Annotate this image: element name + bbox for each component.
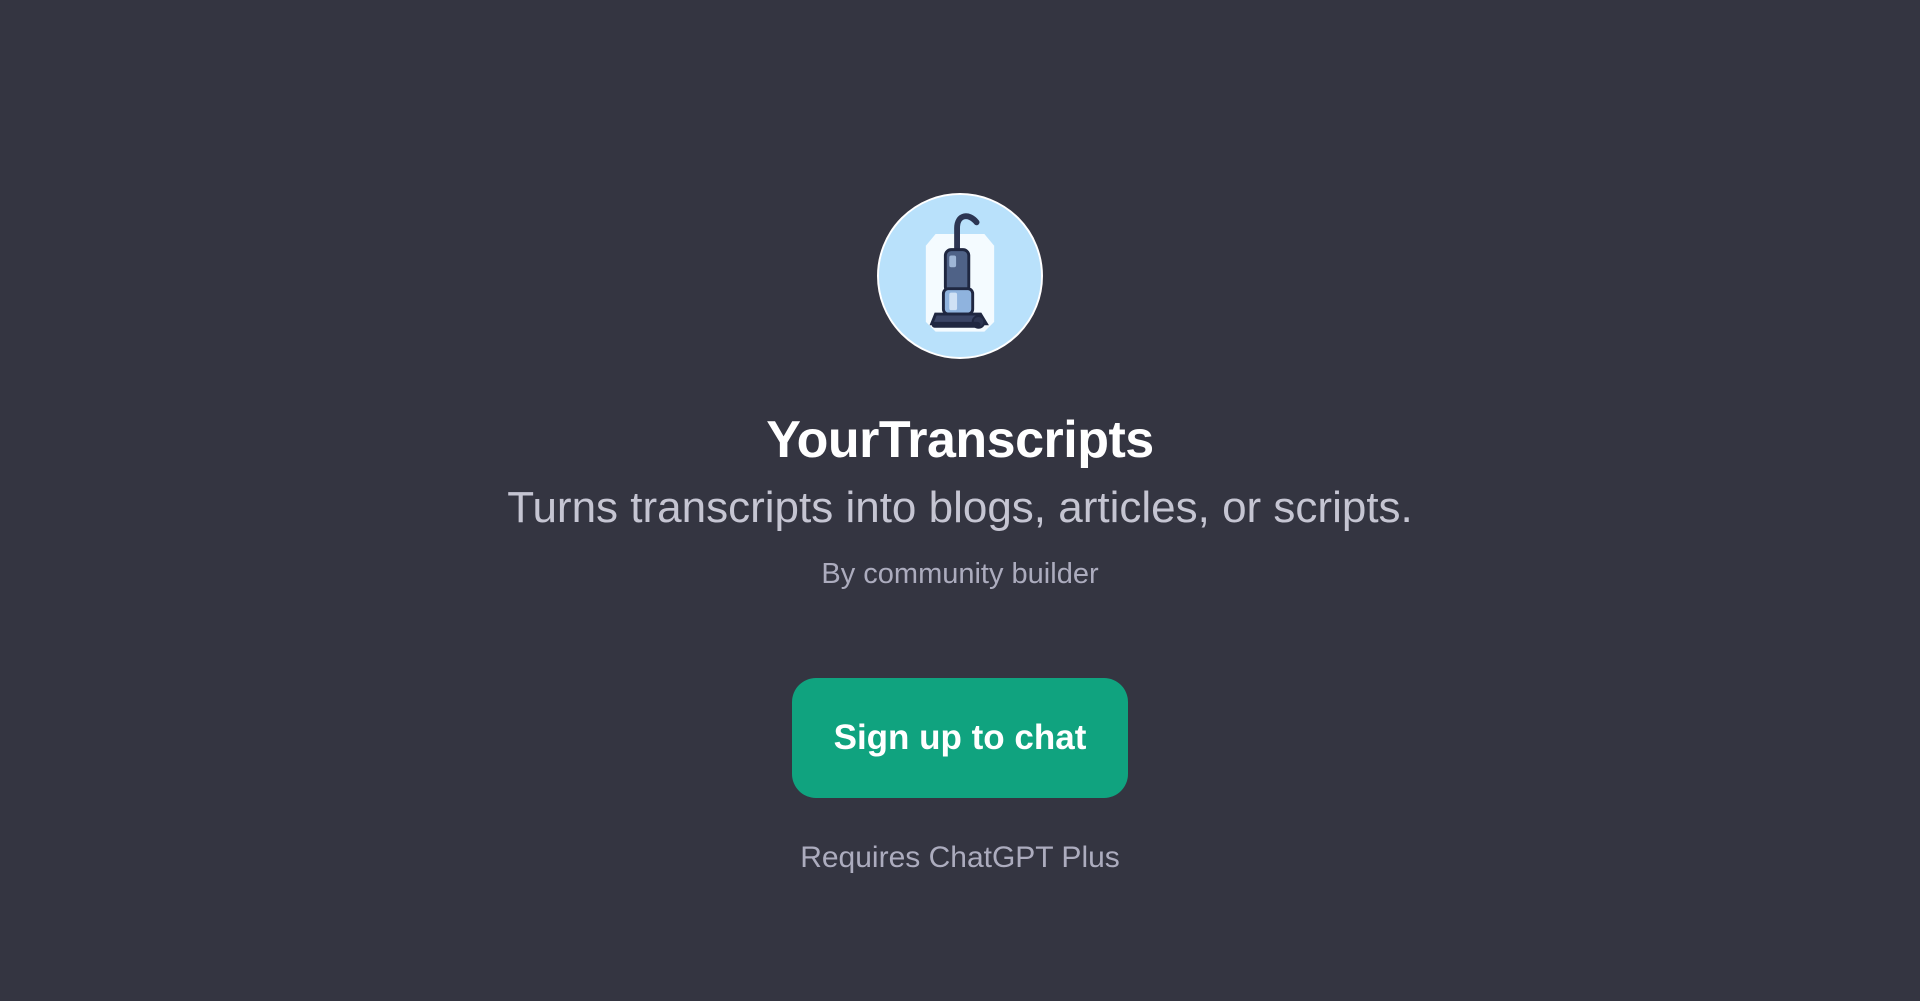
gpt-profile: YourTranscripts Turns transcripts into b…	[0, 0, 1920, 1001]
gpt-description: Turns transcripts into blogs, articles, …	[507, 483, 1413, 532]
vacuum-cleaner-icon	[879, 195, 1041, 357]
gpt-title: YourTranscripts	[766, 411, 1154, 469]
plan-requirement-note: Requires ChatGPT Plus	[800, 841, 1120, 874]
sign-up-to-chat-button[interactable]: Sign up to chat	[792, 678, 1128, 798]
gpt-byline: By community builder	[821, 558, 1099, 590]
gpt-landing-page: YourTranscripts Turns transcripts into b…	[0, 0, 1920, 1001]
gpt-avatar	[877, 193, 1043, 359]
